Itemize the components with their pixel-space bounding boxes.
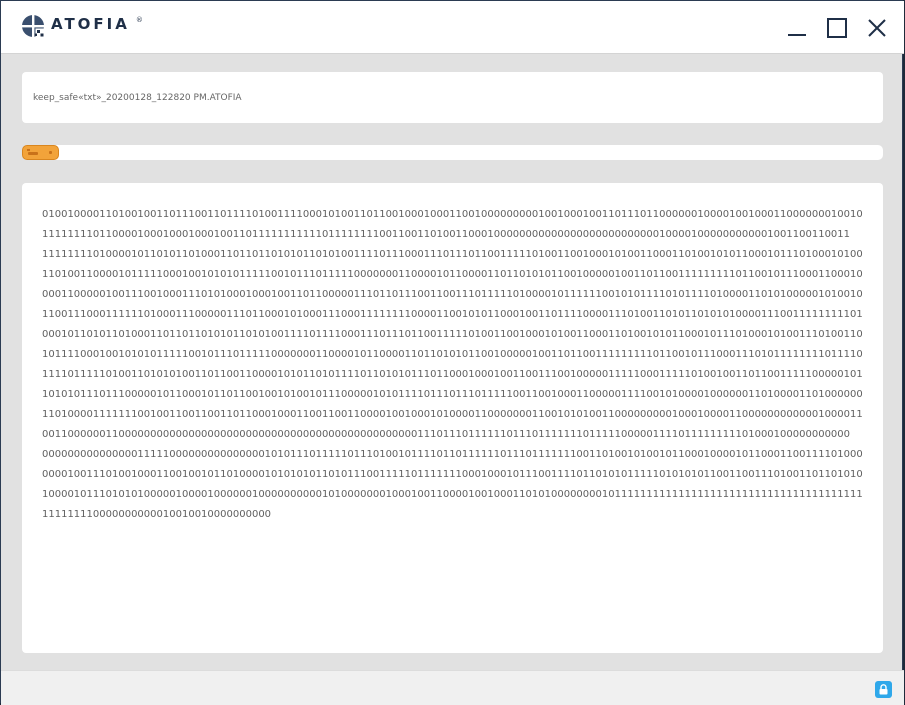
maximize-icon xyxy=(827,18,847,38)
binary-line: 0000000000000001111100000000000000010101… xyxy=(42,449,863,460)
atofia-logo-icon xyxy=(21,14,45,38)
binary-line: 0001011010110100011011011010101101010011… xyxy=(42,329,863,340)
binary-line: 1111111101100001000100010001001101111111… xyxy=(42,229,851,240)
binary-line: 1111011111010011010101001101100110000101… xyxy=(42,369,863,380)
close-button[interactable] xyxy=(866,17,888,39)
close-icon xyxy=(868,19,886,37)
minimize-icon xyxy=(788,34,806,36)
lock-button[interactable] xyxy=(875,681,892,698)
binary-line: 1100111000111111010001110000011101100010… xyxy=(42,309,863,320)
progress-fill xyxy=(22,145,59,160)
file-name-field: keep_safe«txt»_20200128_122820 PM.ATOFIA xyxy=(22,72,883,123)
minimize-button[interactable] xyxy=(786,17,808,39)
binary-line: 1101000011111110010011001100110110001000… xyxy=(42,409,863,420)
binary-line: 1111111101000010110101101000110110110101… xyxy=(42,249,863,260)
binary-line: 111111110000000000010010010000000000 xyxy=(42,509,272,520)
binary-output-text: 0100100001101001001101110011011110100111… xyxy=(42,205,863,525)
binary-line: 0000100111010010001100100101101000010101… xyxy=(42,469,863,480)
binary-output-panel: 0100100001101001001101110011011110100111… xyxy=(22,183,883,653)
file-name-text: keep_safe«txt»_20200128_122820 PM.ATOFIA xyxy=(33,92,242,103)
status-bar xyxy=(1,670,904,705)
app-window: ATOFIA ® keep_safe«txt»_20200128_122820 … xyxy=(0,0,904,705)
binary-line: 1000010111010101000001000010000001000000… xyxy=(42,489,863,500)
app-logo: ATOFIA ® xyxy=(21,13,143,39)
encryption-progress-bar xyxy=(22,145,883,160)
binary-line: 0001100000100111001000111010100010001001… xyxy=(42,289,863,300)
binary-line: 1011110001001010101111100101110111110000… xyxy=(42,349,863,360)
binary-line: 1101001100001011111000100101010111110010… xyxy=(42,269,863,280)
registered-mark: ® xyxy=(135,16,143,24)
binary-line: 0011000000110000000000000000000000000000… xyxy=(42,429,851,440)
app-name: ATOFIA xyxy=(51,15,130,33)
title-bar[interactable]: ATOFIA ® xyxy=(1,1,904,54)
window-controls xyxy=(786,17,888,39)
binary-line: 0100100001101001001101110011011110100111… xyxy=(42,209,863,220)
maximize-button[interactable] xyxy=(826,17,848,39)
lock-icon xyxy=(879,684,888,695)
binary-line: 1010101110111000001011000101101100100101… xyxy=(42,389,863,400)
